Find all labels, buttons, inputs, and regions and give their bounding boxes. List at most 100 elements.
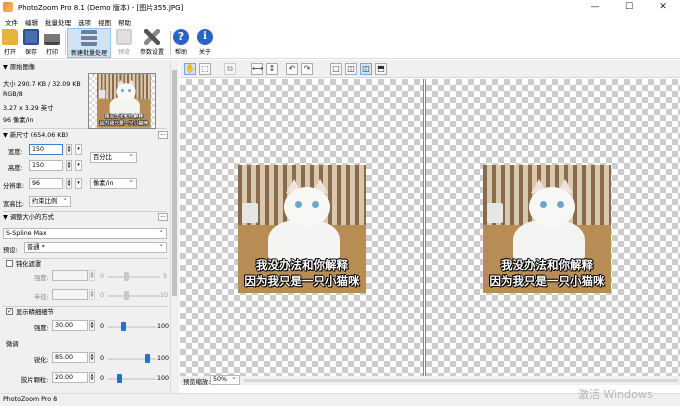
menu-options[interactable]: 选项: [78, 17, 91, 27]
print-button[interactable]: 打印: [42, 28, 62, 58]
unsharp-mask-checkbox[interactable]: [6, 260, 13, 267]
height-input[interactable]: 150: [29, 160, 63, 171]
info-icon: i: [197, 29, 213, 45]
unsharp-radius-min: 0: [100, 292, 105, 299]
resolution-spinner[interactable]: ▲ ▼: [66, 178, 72, 189]
view-single-button[interactable]: □: [330, 63, 342, 75]
resolution-unit-select[interactable]: 像素/in: [90, 176, 137, 189]
new-batch-button[interactable]: 新建批量处理: [67, 28, 111, 58]
film-grain-knob[interactable]: [116, 374, 122, 383]
preview-pane-original[interactable]: 我没办法和你解释 因为我只是一只小猫咪: [180, 79, 424, 376]
original-section-header[interactable]: ▼ 原始图像: [3, 62, 35, 71]
menu-edit[interactable]: 编辑: [25, 17, 38, 27]
film-grain-min: 0: [100, 375, 105, 382]
fine-detail-label: 显示精细细节: [16, 309, 54, 316]
preview-image-result: 我没办法和你解释 因为我只是一只小猫咪: [483, 165, 611, 293]
fine-strength-slider[interactable]: [108, 322, 156, 331]
minimize-button[interactable]: —: [578, 0, 612, 15]
unsharp-radius-slider[interactable]: [108, 291, 160, 300]
help-button[interactable]: ? 帮助: [172, 28, 190, 58]
resize-section-header[interactable]: ▼ 调整大小的方式: [3, 212, 54, 221]
zoom-label: 预览缩放:: [183, 379, 211, 386]
menu-batch[interactable]: 批量处理: [45, 17, 71, 27]
view-split-horizontal-button[interactable]: ⬒: [375, 63, 387, 75]
menu-view[interactable]: 视图: [98, 17, 111, 27]
view-side-by-side-button[interactable]: ◫: [360, 63, 372, 75]
preview-image-original: 我没办法和你解释 因为我只是一只小猫咪: [238, 165, 366, 293]
view-split-vertical-button[interactable]: ◫: [345, 63, 357, 75]
film-grain-spinner[interactable]: ▲ ▼: [89, 372, 95, 383]
fine-strength-input[interactable]: 30.00: [52, 320, 88, 331]
aspect-select[interactable]: 约束比例: [29, 194, 71, 207]
height-spinner[interactable]: ▲ ▼: [66, 160, 72, 171]
height-menu-button[interactable]: ▾: [75, 160, 82, 171]
film-grain-input[interactable]: 20.00: [52, 372, 88, 383]
toolbar-separator: [65, 31, 66, 55]
close-button[interactable]: ✕: [646, 0, 680, 15]
unsharp-radius-knob[interactable]: [124, 291, 130, 300]
maximize-button[interactable]: ☐: [612, 0, 646, 15]
save-icon: [23, 29, 39, 45]
zoom-select[interactable]: 50%: [210, 373, 240, 385]
window-title: PhotoZoom Pro 8.1 (Demo 版本) - [图片355.JPG…: [18, 4, 184, 12]
sharpen-input[interactable]: 85.00: [52, 352, 88, 363]
flip-horizontal-button[interactable]: ⟷: [251, 63, 263, 75]
height-label: 高度:: [8, 165, 23, 172]
newsize-section-header[interactable]: ▼ 新尺寸 (654.06 KB): [3, 130, 68, 139]
width-input[interactable]: 150: [29, 144, 63, 155]
menu-bar: 文件 编辑 批量处理 选项 视图 帮助: [0, 15, 680, 27]
rotate-right-icon: ↷: [303, 64, 311, 73]
method-select[interactable]: S-Spline Max: [3, 226, 167, 239]
rotate-right-button[interactable]: ↷: [301, 63, 313, 75]
save-button[interactable]: 保存: [21, 28, 41, 58]
unsharp-strength-input[interactable]: [52, 270, 88, 281]
fine-strength-label: 强度:: [34, 325, 49, 332]
film-grain-slider[interactable]: [108, 374, 156, 383]
view-split-horizontal-icon: ⬒: [377, 64, 385, 73]
unsharp-strength-knob[interactable]: [124, 272, 130, 281]
unsharp-radius-label: 半径:: [34, 294, 49, 301]
film-grain-max: 100: [157, 375, 170, 382]
preview-pane-result[interactable]: 我没办法和你解释 因为我只是一只小猫咪: [425, 79, 680, 376]
rotate-left-icon: ↶: [288, 64, 296, 73]
size-unit-select[interactable]: 百分比: [90, 150, 137, 163]
caption-line2: 因为我只是一只小猫咪: [244, 274, 360, 288]
menu-file[interactable]: 文件: [5, 17, 18, 27]
app-logo-icon: [3, 2, 13, 12]
preferences-button[interactable]: 参数设置: [137, 28, 167, 58]
fine-strength-min: 0: [100, 323, 105, 330]
unsharp-strength-slider[interactable]: [108, 272, 160, 281]
sharpen-spinner[interactable]: ▲ ▼: [89, 352, 95, 363]
resize-more-button[interactable]: ...: [158, 213, 168, 221]
about-button[interactable]: i 关于: [196, 28, 214, 58]
panel-scrollbar-thumb[interactable]: [172, 70, 177, 296]
resolution-menu-button[interactable]: ▾: [75, 178, 82, 189]
sharpen-knob[interactable]: [144, 354, 150, 363]
preset-select[interactable]: 普通 *: [24, 240, 167, 253]
flip-vertical-icon: ↕: [268, 64, 276, 73]
preview-button[interactable]: 预览: [113, 28, 135, 58]
unsharp-strength-spinner[interactable]: ▲ ▼: [89, 270, 95, 281]
unsharp-radius-input[interactable]: [52, 289, 88, 300]
width-menu-button[interactable]: ▾: [75, 144, 82, 155]
original-thumbnail[interactable]: 我没办法和你解释 因为我只是一只小猫咪: [88, 73, 156, 129]
fine-detail-checkbox[interactable]: ✓: [6, 308, 13, 315]
caption-line2: 因为我只是一只小猫咪: [489, 274, 605, 288]
crop-tool-button[interactable]: ⧉: [224, 63, 236, 75]
marquee-tool-button[interactable]: ⬚: [199, 63, 211, 75]
newsize-more-button[interactable]: ...: [158, 131, 168, 139]
open-button[interactable]: 打开: [1, 28, 19, 58]
flip-vertical-button[interactable]: ↕: [266, 63, 278, 75]
unsharp-radius-spinner[interactable]: ▲ ▼: [89, 289, 95, 300]
printer-icon: [44, 29, 60, 45]
rotate-left-button[interactable]: ↶: [286, 63, 298, 75]
fine-strength-spinner[interactable]: ▲ ▼: [89, 320, 95, 331]
menu-help[interactable]: 帮助: [118, 17, 131, 27]
horizontal-scrollbar[interactable]: [244, 379, 678, 382]
toolbar-separator: [170, 31, 171, 55]
resolution-input[interactable]: 96: [29, 178, 63, 189]
fine-strength-knob[interactable]: [120, 322, 126, 331]
hand-tool-button[interactable]: ✋: [184, 63, 196, 75]
width-spinner[interactable]: ▲ ▼: [66, 144, 72, 155]
sharpen-slider[interactable]: [108, 354, 156, 363]
